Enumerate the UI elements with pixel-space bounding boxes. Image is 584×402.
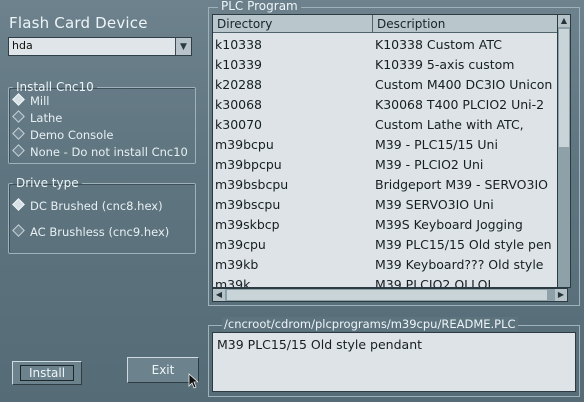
radio-demo-console[interactable]: Demo Console [12,127,113,142]
radio-dc-brushed[interactable]: DC Brushed (cnc8.hex) [12,198,163,213]
description-cell: M39 PLCIO2 OLLOL [375,277,495,288]
radio-selected-icon [12,198,25,211]
radio-icon [12,127,25,140]
table-row[interactable]: m39bsbcpu Bridgeport M39 - SERVO3IO [213,175,567,195]
chevron-down-icon[interactable]: ▼ [175,38,191,55]
radio-mill[interactable]: Mill [12,93,50,108]
description-cell: M39S Keyboard Jogging [375,217,523,232]
installer-window: Flash Card Device hda ▼ Install Cnc10 Mi… [0,0,584,402]
table-row[interactable]: k20288 Custom M400 DC3IO Unicon [213,75,567,95]
page-title: Flash Card Device [9,14,148,32]
column-header-directory[interactable]: Directory [213,15,373,33]
directory-cell: m39bpcpu [215,157,282,172]
drive-type-group: Drive type [8,176,196,254]
description-cell: M39 Keyboard??? Old style [375,257,544,272]
install-button[interactable]: Install [12,361,82,385]
description-cell: Bridgeport M39 - SERVO3IO [375,177,548,192]
radio-none[interactable]: None - Do not install Cnc10 [12,144,188,159]
directory-cell: k30070 [215,117,263,132]
radio-icon [12,110,25,123]
readme-path: /cncroot/cdrom/plcprograms/m39cpu/README… [222,317,518,331]
directory-cell: k10339 [215,57,263,72]
table-row[interactable]: m39kb M39 Keyboard??? Old style [213,255,567,275]
description-cell: K10339 5-axis custom [375,57,515,72]
scroll-right-icon[interactable]: ▶ [555,289,567,301]
radio-icon [12,144,25,157]
table-row[interactable]: m39bcpu M39 - PLC15/15 Uni [213,135,567,155]
table-row[interactable]: k30070 Custom Lathe with ATC, [213,115,567,135]
description-cell: M39 PLC15/15 Old style pen [375,237,552,252]
description-cell: K10338 Custom ATC [375,37,503,52]
description-cell: M39 SERVO3IO Uni [375,197,494,212]
description-cell: Custom Lathe with ATC, [375,117,524,132]
table-row[interactable]: m39bscpu M39 SERVO3IO Uni [213,195,567,215]
directory-cell: m39bscpu [215,197,281,212]
readme-text: M39 PLC15/15 Old style pendant [212,332,576,392]
directory-cell: m39k [215,277,251,288]
radio-selected-icon [12,93,25,106]
scroll-thumb-horizontal[interactable] [227,290,547,300]
device-value: hda [12,39,33,52]
directory-cell: m39bsbcpu [215,177,289,192]
description-cell: M39 - PLCIO2 Uni [375,157,484,172]
directory-cell: m39skbcp [215,217,280,232]
scroll-thumb[interactable] [559,29,569,147]
table-row[interactable]: m39skbcp M39S Keyboard Jogging [213,215,567,235]
description-cell: Custom M400 DC3IO Unicon [375,77,553,92]
directory-cell: k20288 [215,77,263,92]
directory-cell: m39kb [215,257,259,272]
table-row[interactable]: m39cpu M39 PLC15/15 Old style pen [213,235,567,255]
directory-cell: m39cpu [215,237,266,252]
description-cell: K30068 T400 PLCIO2 Uni-2 [375,97,545,112]
directory-cell: k10338 [215,37,263,52]
install-group-legend: Install Cnc10 [16,80,94,94]
scroll-left-icon[interactable]: ◀ [213,289,225,301]
description-cell: M39 - PLC15/15 Uni [375,137,498,152]
plc-program-list[interactable]: Directory Description k10338 K10338 Custo… [212,14,568,288]
table-row[interactable]: k10338 K10338 Custom ATC [213,35,567,55]
device-combobox[interactable]: hda ▼ [8,37,192,56]
vertical-scrollbar[interactable]: ▲ [557,14,571,288]
radio-icon [12,224,25,237]
directory-cell: m39bcpu [215,137,274,152]
radio-lathe[interactable]: Lathe [12,110,62,125]
plc-program-label: PLC Program [218,0,301,13]
table-row[interactable]: m39bpcpu M39 - PLCIO2 Uni [213,155,567,175]
scroll-up-icon[interactable]: ▲ [558,15,570,27]
table-row[interactable]: k10339 K10339 5-axis custom [213,55,567,75]
table-row[interactable]: k30068 K30068 T400 PLCIO2 Uni-2 [213,95,567,115]
directory-cell: k30068 [215,97,263,112]
drive-group-legend: Drive type [16,176,79,190]
column-header-description[interactable]: Description [373,15,567,33]
mouse-cursor-icon [188,373,200,389]
radio-ac-brushless[interactable]: AC Brushless (cnc9.hex) [12,224,169,239]
horizontal-scrollbar[interactable]: ◀ ▶ [212,288,568,302]
table-row[interactable]: m39k M39 PLCIO2 OLLOL [213,275,567,288]
